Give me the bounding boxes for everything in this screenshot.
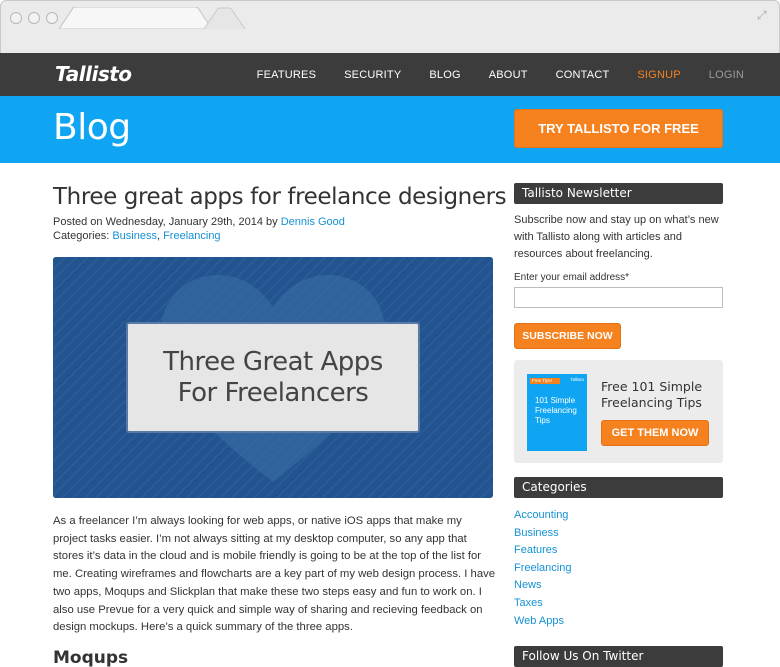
email-label: Enter your email address* (514, 272, 630, 283)
category-link-features[interactable]: Features (514, 542, 571, 560)
category-link-news[interactable]: News (514, 577, 571, 595)
ebook-cover[interactable]: Free Tips! Tallisto 101 Simple Freelanci… (527, 374, 587, 451)
featured-image-card: Three Great Apps For Freelancers (126, 322, 420, 433)
subscribe-button[interactable]: SUBSCRIBE NOW (514, 323, 621, 349)
posted-date-text: Posted on Wednesday, January 29th, 2014 … (53, 216, 281, 228)
minimize-window-button[interactable] (28, 12, 40, 24)
section-heading-moqups: Moqups (53, 648, 129, 667)
category-link-business[interactable]: Business (112, 230, 157, 242)
tips-title: Free 101 Simple Freelancing Tips (601, 379, 703, 410)
nav-contact[interactable]: CONTACT (556, 69, 610, 81)
browser-chrome: ⤢ (0, 0, 780, 53)
nav-signup[interactable]: SIGNUP (637, 69, 680, 81)
ebook-tag: Free Tips! (530, 378, 560, 384)
category-list: Accounting Business Features Freelancing… (514, 507, 571, 630)
get-tips-button[interactable]: GET THEM NOW (601, 420, 709, 446)
post-categories: Categories: Business, Freelancing (53, 229, 345, 243)
main-menu: FEATURES SECURITY BLOG ABOUT CONTACT SIG… (229, 53, 744, 96)
site-logo[interactable]: Tallisto (55, 62, 132, 86)
featured-image-caption: Three Great Apps For Freelancers (163, 346, 383, 408)
email-field[interactable] (514, 287, 723, 308)
post-title[interactable]: Three great apps for freelance designers (53, 184, 507, 210)
nav-blog[interactable]: BLOG (429, 69, 460, 81)
featured-image[interactable]: Three Great Apps For Freelancers (53, 257, 493, 498)
nav-login[interactable]: LOGIN (709, 69, 744, 81)
category-link-web-apps[interactable]: Web Apps (514, 613, 571, 631)
categories-heading: Categories (514, 477, 723, 498)
newsletter-heading: Tallisto Newsletter (514, 183, 723, 204)
post-meta: Posted on Wednesday, January 29th, 2014 … (53, 215, 345, 243)
page-title: Blog (53, 107, 131, 148)
twitter-heading: Follow Us On Twitter (514, 646, 723, 667)
post-body: As a freelancer I’m always looking for w… (53, 515, 496, 634)
fullscreen-icon[interactable]: ⤢ (757, 9, 769, 21)
author-link[interactable]: Dennis Good (281, 216, 345, 228)
nav-security[interactable]: SECURITY (344, 69, 401, 81)
try-free-button[interactable]: TRY TALLISTO FOR FREE (514, 109, 723, 148)
browser-tab[interactable] (59, 7, 249, 29)
tips-promo: Free Tips! Tallisto 101 Simple Freelanci… (514, 360, 723, 463)
category-link-taxes[interactable]: Taxes (514, 595, 571, 613)
category-link-accounting[interactable]: Accounting (514, 507, 571, 525)
newsletter-description: Subscribe now and stay up on what’s new … (514, 214, 719, 260)
site-navbar: Tallisto FEATURES SECURITY BLOG ABOUT CO… (0, 53, 780, 96)
ebook-title: 101 Simple Freelancing Tips (535, 396, 577, 425)
categories-label: Categories: (53, 230, 113, 242)
nav-about[interactable]: ABOUT (489, 69, 528, 81)
nav-features[interactable]: FEATURES (257, 69, 316, 81)
category-link-freelancing[interactable]: Freelancing (514, 560, 571, 578)
close-window-button[interactable] (10, 12, 22, 24)
category-link-business[interactable]: Business (514, 525, 571, 543)
ebook-brand: Tallisto (570, 377, 584, 382)
category-link-freelancing[interactable]: Freelancing (163, 230, 220, 242)
window-controls (10, 12, 58, 24)
page-hero: Blog TRY TALLISTO FOR FREE (0, 96, 780, 163)
zoom-window-button[interactable] (46, 12, 58, 24)
post-byline: Posted on Wednesday, January 29th, 2014 … (53, 215, 345, 229)
